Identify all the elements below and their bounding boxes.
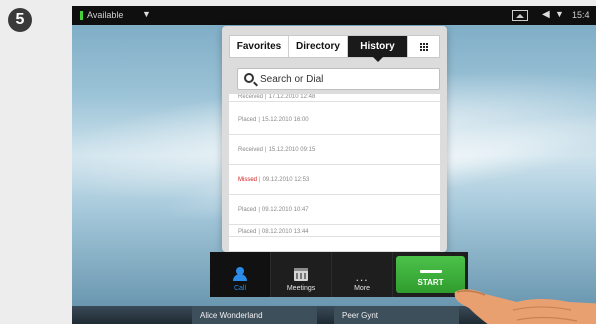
call-icon: [231, 267, 249, 281]
bottom-dock: Call Meetings ... More START: [210, 252, 468, 297]
meetings-button[interactable]: Meetings: [271, 252, 333, 297]
tab-keypad[interactable]: [408, 36, 439, 57]
grid-icon: [419, 42, 428, 51]
more-icon: ...: [355, 270, 369, 284]
contact-name: Peer Gynt: [342, 310, 379, 320]
meetings-label: Meetings: [286, 285, 316, 292]
search-box[interactable]: [237, 68, 440, 90]
tab-bar: Favorites Directory History: [229, 35, 440, 62]
history-row[interactable]: Placed | 08.12.2010 13:44: [229, 225, 440, 237]
tab-history[interactable]: History: [348, 36, 408, 62]
history-row[interactable]: Received | 17.12.2010 12:48: [229, 94, 440, 102]
history-row[interactable]: Missed | 09.12.2010 12:53: [229, 165, 440, 195]
history-list[interactable]: Received | 17.12.2010 12:48 Placed | 15.12.2…: [229, 94, 440, 251]
status-bar: Available ▼ ◀ ▼ 15:4: [72, 6, 596, 25]
step-badge: 5: [8, 8, 32, 32]
search-input[interactable]: [260, 72, 435, 87]
presence-indicator: [80, 11, 83, 20]
tab-directory[interactable]: Directory: [289, 36, 348, 57]
presence-dropdown-icon[interactable]: ▼: [142, 9, 151, 19]
page: 5 Available ▼ ◀ ▼ 15:4 Favorites Directo…: [0, 0, 596, 324]
pointing-hand-icon: [454, 289, 596, 324]
history-row[interactable]: Placed | 09.12.2010 10:47: [229, 195, 440, 225]
presence-label[interactable]: Available: [87, 10, 123, 20]
contact-card[interactable]: Peer Gynt: [334, 306, 459, 324]
contact-card[interactable]: Alice Wonderland: [192, 306, 317, 324]
start-label: START: [417, 278, 444, 287]
call-popup: Favorites Directory History Received|17.…: [222, 26, 447, 252]
volume-icon[interactable]: ◀: [542, 9, 550, 20]
clock: 15:4: [572, 10, 590, 20]
call-button[interactable]: Call: [210, 252, 272, 297]
history-row[interactable]: Received | 15.12.2010 09:15: [229, 135, 440, 165]
calendar-icon: [294, 268, 309, 281]
selfview-icon[interactable]: [512, 10, 528, 21]
history-row[interactable]: Placed | 15.12.2010 16:00: [229, 105, 440, 135]
volume-dropdown-icon[interactable]: ▼: [555, 9, 564, 19]
tab-favorites[interactable]: Favorites: [230, 36, 289, 57]
start-icon: [419, 270, 442, 273]
more-button[interactable]: ... More: [332, 252, 394, 297]
more-label: More: [354, 285, 371, 292]
device-screen: Available ▼ ◀ ▼ 15:4 Favorites Directory…: [72, 6, 596, 324]
search-icon: [244, 73, 254, 83]
contact-name: Alice Wonderland: [200, 310, 263, 320]
call-label: Call: [233, 285, 247, 292]
